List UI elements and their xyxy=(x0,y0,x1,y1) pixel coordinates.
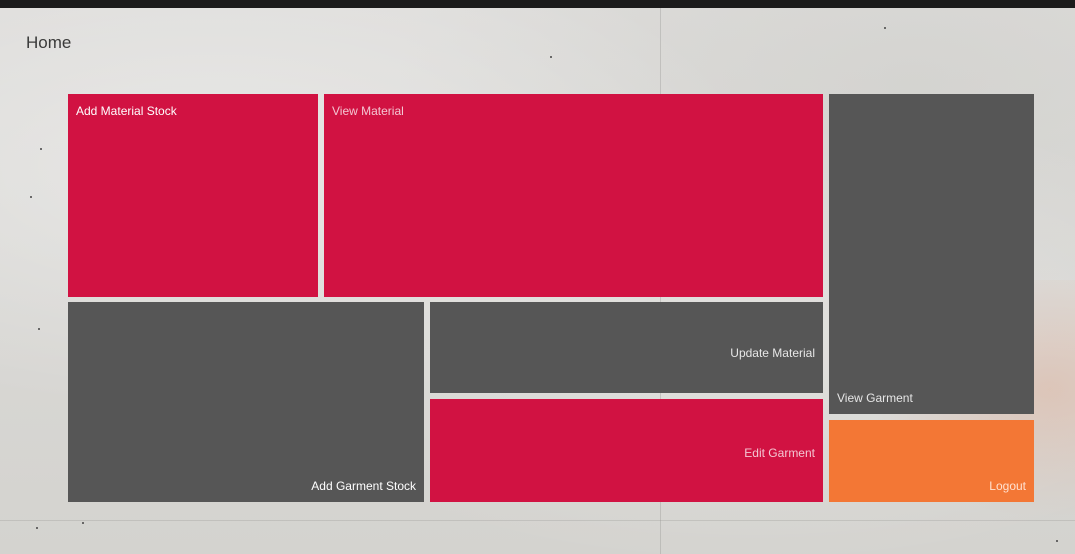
add-garment-stock-tile[interactable]: Add Garment Stock xyxy=(68,302,424,502)
background-speck xyxy=(36,527,38,529)
view-material-label: View Material xyxy=(332,104,404,118)
background-speck xyxy=(884,27,886,29)
add-material-stock-label: Add Material Stock xyxy=(76,104,177,118)
update-material-label: Update Material xyxy=(730,346,815,360)
background-speck xyxy=(38,328,40,330)
add-material-stock-tile[interactable]: Add Material Stock xyxy=(68,94,318,297)
background-speck xyxy=(82,522,84,524)
logout-tile[interactable]: Logout xyxy=(829,420,1034,502)
view-garment-tile[interactable]: View Garment xyxy=(829,94,1034,414)
top-bar xyxy=(0,0,1075,8)
add-garment-stock-label: Add Garment Stock xyxy=(311,479,416,493)
page-title: Home xyxy=(26,33,72,52)
update-material-tile[interactable]: Update Material xyxy=(430,302,823,393)
background-speck xyxy=(40,148,42,150)
edit-garment-label: Edit Garment xyxy=(744,446,815,460)
background-speck xyxy=(1056,540,1058,542)
logout-label: Logout xyxy=(989,479,1026,493)
view-garment-label: View Garment xyxy=(837,391,913,405)
background-speck xyxy=(30,196,32,198)
edit-garment-tile[interactable]: Edit Garment xyxy=(430,399,823,502)
background-speck xyxy=(550,56,552,58)
view-material-tile[interactable]: View Material xyxy=(324,94,823,297)
